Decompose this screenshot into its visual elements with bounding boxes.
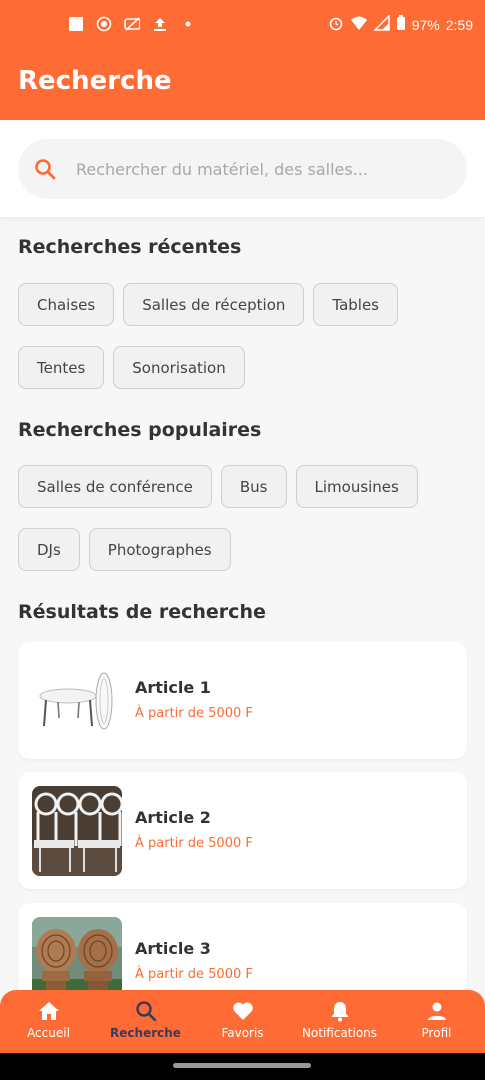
result-title: Article 1 [135,678,211,697]
nav-label: Favoris [221,1026,264,1040]
app-bar: Recherche [0,50,485,120]
search-results-title: Résultats de recherche [18,601,266,623]
heart-icon [231,999,255,1023]
search-input[interactable] [76,153,446,185]
popular-chip-limousines[interactable]: Limousines [295,465,418,508]
popular-chip-djs[interactable]: DJs [18,528,80,571]
bottom-navigation: Accueil Recherche Favoris Notifications … [0,990,485,1053]
recent-chip-sonorisation[interactable]: Sonorisation [113,346,245,389]
nav-item-accueil[interactable]: Accueil [0,990,97,1053]
nav-item-recherche[interactable]: Recherche [97,990,194,1053]
record-icon [96,16,112,32]
result-price: À partir de 5000 F [135,967,253,982]
alarm-icon [328,15,344,34]
recent-searches-title: Recherches récentes [18,236,242,258]
person-icon [425,999,449,1023]
recent-chip-tentes[interactable]: Tentes [18,346,105,389]
round-table-image [32,656,122,746]
result-price: À partir de 5000 F [135,706,253,721]
result-card[interactable]: Article 1 À partir de 5000 F [18,642,467,759]
result-card[interactable]: Article 2 À partir de 5000 F [18,772,467,889]
white-chairs-image [32,786,122,876]
popular-searches-chips: Salles de conférence Bus Limousines DJs … [18,465,468,571]
gesture-handle[interactable] [173,1063,311,1068]
battery-level: 97% [411,16,440,33]
popular-searches-title: Recherches populaires [18,419,262,441]
popular-chip-salles-de-conference[interactable]: Salles de conférence [18,465,212,508]
nav-item-profil[interactable]: Profil [388,990,485,1053]
clock-time: 2:59 [445,16,473,33]
page-title: Recherche [18,66,172,96]
system-navigation-bar [0,1053,485,1080]
result-price: À partir de 5000 F [135,836,253,851]
result-title: Article 2 [135,808,211,827]
dot-icon [180,16,196,32]
bell-icon [328,999,352,1023]
signal-icon [372,14,390,34]
nav-label: Profil [421,1026,452,1040]
recent-searches-chips: Chaises Salles de réception Tables Tente… [18,283,468,389]
wifi-icon [350,15,368,34]
search-icon [134,999,158,1023]
search-section [0,120,485,217]
upload-icon [152,16,168,32]
system-status: 97% 2:59 [328,14,473,34]
nav-item-favoris[interactable]: Favoris [194,990,291,1053]
popular-chip-bus[interactable]: Bus [220,465,287,508]
home-icon [37,999,61,1023]
nav-item-notifications[interactable]: Notifications [291,990,388,1053]
recent-chip-tables[interactable]: Tables [313,283,398,326]
battery-icon [396,15,406,34]
status-bar: 97% 2:59 [0,0,485,50]
recent-chip-chaises[interactable]: Chaises [18,283,115,326]
notification-icons [68,16,196,32]
nav-label: Notifications [301,1026,378,1040]
search-bar[interactable] [18,139,467,199]
popular-chip-photographes[interactable]: Photographes [88,528,231,571]
nav-label: Recherche [110,1026,181,1040]
square-notification-icon [68,16,84,32]
result-title: Article 3 [135,939,211,958]
no-sim-icon [124,16,140,32]
recent-chip-salles-de-reception[interactable]: Salles de réception [123,283,305,326]
search-icon [34,158,56,180]
nav-label: Accueil [27,1026,70,1040]
